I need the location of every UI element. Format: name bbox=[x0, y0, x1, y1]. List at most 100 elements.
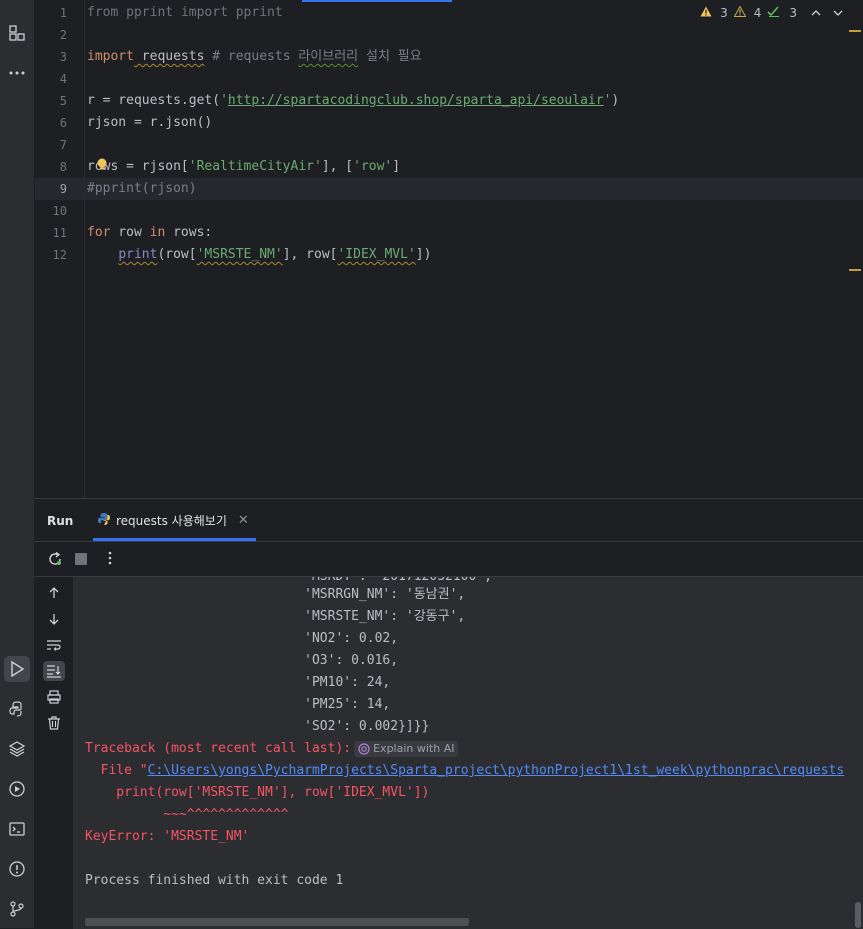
code-token: import bbox=[180, 5, 228, 20]
line-number: 11 bbox=[52, 226, 67, 240]
run-tool-window: Run requests 사용해보기 ✕ 'MSRDT': '201712032… bbox=[35, 498, 863, 929]
line-number: 4 bbox=[59, 72, 67, 86]
console-line: 'SO2': 0.002}]}} bbox=[85, 719, 430, 734]
editor-tab-indicator bbox=[302, 0, 452, 2]
rerun-icon[interactable] bbox=[47, 551, 63, 571]
error-stripe-mark[interactable] bbox=[849, 30, 861, 32]
ai-spiral-icon bbox=[358, 742, 370, 755]
code-line-8[interactable]: rows = rjson['RealtimeCityAir'], ['row'] bbox=[87, 156, 400, 178]
close-tab-icon[interactable]: ✕ bbox=[238, 513, 249, 528]
code-line-6[interactable]: rjson = r.json() bbox=[87, 112, 212, 134]
code-comment: 라이브러리 bbox=[298, 49, 359, 64]
code-token: requests bbox=[133, 49, 205, 64]
code-line-5[interactable]: r = requests.get('http://spartacodingclu… bbox=[87, 90, 619, 112]
inspection-widget[interactable]: 3 4 3 bbox=[700, 5, 843, 20]
code-token: ], row[ bbox=[282, 247, 338, 262]
code-token: ] bbox=[392, 159, 401, 174]
process-finished-line: Process finished with exit code 1 bbox=[85, 873, 344, 888]
code-token: for bbox=[87, 225, 111, 240]
run-panel-title: Run bbox=[47, 514, 74, 528]
python-file-icon bbox=[97, 512, 111, 529]
run-tab-label: requests 사용해보기 bbox=[116, 513, 227, 528]
layers-icon[interactable] bbox=[4, 736, 30, 762]
traceback-line: Traceback (most recent call last): Explai… bbox=[85, 738, 459, 760]
gutter-separator bbox=[84, 0, 85, 498]
scroll-down-icon[interactable] bbox=[43, 609, 65, 629]
git-icon[interactable] bbox=[4, 896, 30, 922]
code-token: pprint bbox=[118, 5, 181, 20]
console-line: 'PM10': 24, bbox=[85, 675, 391, 690]
code-token: ) bbox=[611, 93, 620, 108]
code-line-9[interactable]: #pprint(rjson) bbox=[87, 178, 197, 200]
line-number: 2 bbox=[59, 28, 67, 42]
problems-icon[interactable] bbox=[4, 856, 30, 882]
code-token: ]) bbox=[415, 247, 432, 262]
explain-with-ai-label: Explain with AI bbox=[373, 741, 455, 755]
run-tool-icon[interactable] bbox=[4, 656, 30, 682]
code-token: import bbox=[87, 49, 134, 64]
code-token: (row[ bbox=[157, 247, 197, 262]
code-token: ], [ bbox=[321, 159, 354, 174]
run-tab-indicator bbox=[93, 538, 256, 541]
stop-icon[interactable] bbox=[75, 553, 87, 565]
line-number: 12 bbox=[52, 248, 67, 262]
code-line-1[interactable]: from pprint import pprint bbox=[87, 2, 283, 24]
chevron-down-icon[interactable] bbox=[833, 6, 843, 20]
line-number: 1 bbox=[59, 6, 67, 20]
key-error-line: KeyError: 'MSRSTE_NM' bbox=[85, 829, 250, 844]
traceback-header: Traceback (most recent call last): bbox=[85, 741, 352, 756]
scroll-up-icon[interactable] bbox=[43, 583, 65, 603]
more-tools-icon[interactable] bbox=[4, 60, 30, 86]
scroll-to-end-icon[interactable] bbox=[43, 661, 65, 681]
code-editor[interactable]: 1 2 3 4 5 6 7 8 9 10 11 12 from pprint i… bbox=[35, 0, 863, 498]
line-number: 5 bbox=[59, 94, 67, 108]
code-token: r = requests.get( bbox=[87, 93, 221, 108]
run-panel-header: Run requests 사용해보기 ✕ bbox=[35, 499, 863, 542]
intention-bulb-icon[interactable] bbox=[96, 157, 108, 176]
weak-warning-count: 4 bbox=[753, 6, 762, 20]
file-prefix: File " bbox=[85, 763, 148, 778]
code-token: row bbox=[110, 225, 150, 240]
traceback-file-link[interactable]: C:\Users\yongs\PycharmProjects\Sparta_pr… bbox=[148, 763, 845, 778]
line-number: 3 bbox=[59, 50, 67, 64]
code-line-12[interactable]: print(row['MSRSTE_NM'], row['IDEX_MVL']) bbox=[87, 244, 431, 266]
console-line: 'O3': 0.016, bbox=[85, 653, 399, 668]
typo-check-icon bbox=[767, 6, 781, 20]
traceback-caret-line: ~~~^^^^^^^^^^^^^ bbox=[85, 807, 289, 822]
horizontal-scrollbar[interactable] bbox=[85, 918, 469, 926]
code-line-3[interactable]: import requests # requests 라이브러리 설치 필요 bbox=[87, 46, 422, 68]
vertical-scrollbar[interactable] bbox=[855, 902, 861, 928]
warning-count: 3 bbox=[720, 6, 728, 20]
code-token: pprint bbox=[227, 5, 283, 20]
code-token: print bbox=[118, 247, 158, 262]
python-console-icon[interactable] bbox=[4, 696, 30, 722]
explain-with-ai-button[interactable]: Explain with AI bbox=[354, 740, 459, 757]
terminal-icon[interactable] bbox=[4, 816, 30, 842]
console-output[interactable]: 'MSRDT': '201712032100', 'MSRRGN_NM': '동… bbox=[73, 577, 863, 929]
code-token: 'MSRSTE_NM' bbox=[196, 247, 283, 262]
trash-icon[interactable] bbox=[43, 713, 65, 733]
console-line: 'PM25': 14, bbox=[85, 697, 391, 712]
code-token: from bbox=[87, 5, 119, 20]
project-structure-icon[interactable] bbox=[4, 20, 30, 46]
more-options-icon[interactable] bbox=[107, 550, 113, 570]
line-number: 10 bbox=[52, 204, 67, 218]
services-icon[interactable] bbox=[4, 776, 30, 802]
code-token: 'IDEX_MVL' bbox=[337, 247, 416, 262]
typo-count: 3 bbox=[789, 6, 797, 20]
soft-wrap-icon[interactable] bbox=[43, 635, 65, 655]
chevron-up-icon[interactable] bbox=[811, 6, 821, 20]
warning-icon bbox=[700, 6, 712, 20]
run-config-tab[interactable]: requests 사용해보기 ✕ bbox=[97, 499, 249, 541]
run-toolbar bbox=[35, 542, 863, 577]
code-token: ' bbox=[220, 93, 228, 108]
code-token: rows: bbox=[165, 225, 213, 240]
console-line: 'NO2': 0.02, bbox=[85, 631, 399, 646]
line-number: 7 bbox=[59, 138, 67, 152]
code-token: 'row' bbox=[353, 159, 393, 174]
error-stripe-mark[interactable] bbox=[849, 269, 861, 271]
code-url-link[interactable]: http://spartacodingclub.shop/sparta_api/… bbox=[228, 93, 604, 108]
print-icon[interactable] bbox=[43, 687, 65, 707]
code-line-11[interactable]: for row in rows: bbox=[87, 222, 212, 244]
